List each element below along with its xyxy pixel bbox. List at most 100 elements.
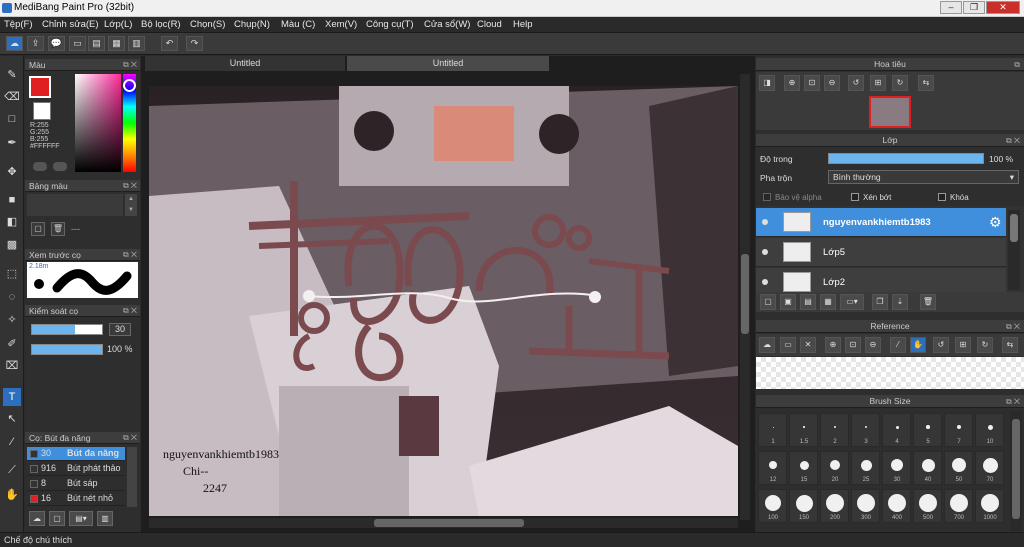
- panel-controls-icon[interactable]: ⧉ ✕: [123, 180, 137, 192]
- panel-controls-icon[interactable]: ⧉ ✕: [123, 432, 137, 444]
- color-mode-button[interactable]: [33, 162, 47, 171]
- brush-size-cell[interactable]: 200: [820, 489, 849, 523]
- eye-icon[interactable]: [762, 279, 768, 285]
- pen-tool-icon[interactable]: ✒: [3, 134, 21, 152]
- rotate-left-icon[interactable]: ↺: [848, 75, 864, 91]
- eyedropper-icon[interactable]: ⁄: [890, 337, 906, 353]
- maximize-button[interactable]: ❐: [963, 1, 985, 14]
- select-eraser-icon[interactable]: ⌧: [3, 357, 21, 375]
- saturation-picker[interactable]: [75, 74, 121, 172]
- blend-mode-select[interactable]: Bình thường ▾: [828, 170, 1019, 184]
- zoom-in-icon[interactable]: ⊕: [825, 337, 841, 353]
- brush-size-cell[interactable]: 20: [820, 451, 849, 485]
- color-swap-button[interactable]: [53, 162, 67, 171]
- panel-controls-icon[interactable]: ⧉ ✕: [123, 59, 137, 71]
- trash-icon[interactable]: 🗑: [51, 222, 65, 236]
- brush-size-cell[interactable]: 3: [851, 413, 880, 447]
- layer-row[interactable]: Lớp5: [756, 238, 1006, 267]
- divide-tool-icon[interactable]: ⟋: [3, 461, 21, 479]
- close-icon[interactable]: ✕: [800, 337, 816, 353]
- menu-edit[interactable]: Chỉnh sửa(E): [42, 19, 99, 30]
- zoom-out-icon[interactable]: ⊖: [865, 337, 881, 353]
- horizontal-scroll-thumb[interactable]: [374, 519, 524, 527]
- palette-area[interactable]: [27, 194, 123, 216]
- menu-capture[interactable]: Chụp(N): [234, 19, 270, 30]
- new-color-layer-icon[interactable]: ▣: [780, 294, 796, 310]
- close-button[interactable]: ✕: [986, 1, 1020, 14]
- brush-opacity-slider[interactable]: [31, 344, 103, 355]
- brush-item[interactable]: 30 Bút đa năng: [27, 447, 125, 461]
- gradient-tool-icon[interactable]: ▩: [3, 236, 21, 254]
- brush-size-cell[interactable]: 25: [851, 451, 880, 485]
- brush-size-cell[interactable]: 30: [882, 451, 911, 485]
- brush-size-cell[interactable]: 150: [789, 489, 818, 523]
- cloud-icon[interactable]: ☁: [759, 337, 775, 353]
- actual-size-icon[interactable]: ⊞: [870, 75, 886, 91]
- brush-tool-icon[interactable]: ✎: [3, 66, 21, 84]
- vertical-scrollbar[interactable]: [740, 74, 750, 520]
- clipping-checkbox[interactable]: [851, 193, 859, 201]
- merge-down-icon[interactable]: ⇣: [892, 294, 908, 310]
- new-brush-icon[interactable]: ▢: [49, 511, 65, 526]
- upload-icon[interactable]: ⇪: [27, 36, 44, 51]
- menu-cloud[interactable]: Cloud: [477, 19, 502, 30]
- grid-layout-icon[interactable]: ▦: [108, 36, 125, 51]
- folder-icon[interactable]: ▭▾: [840, 294, 864, 310]
- rotate-left-icon[interactable]: ↺: [933, 337, 949, 353]
- brush-size-slider[interactable]: [31, 324, 103, 335]
- brush-item[interactable]: 16 Bút nét nhỏ: [27, 492, 125, 506]
- fit-icon[interactable]: ⊡: [804, 75, 820, 91]
- undo-icon[interactable]: ↶: [161, 36, 178, 51]
- brush-size-cell[interactable]: 2: [820, 413, 849, 447]
- layer-opacity-slider[interactable]: [828, 153, 984, 164]
- brush-item[interactable]: 916 Bút phát thảo: [27, 462, 125, 476]
- mirror-icon[interactable]: ⇆: [1002, 337, 1018, 353]
- menu-layer[interactable]: Lớp(L): [104, 19, 132, 30]
- brush-size-cell[interactable]: 10: [975, 413, 1004, 447]
- operation-tool-icon[interactable]: ↖: [3, 410, 21, 428]
- select-pen-icon[interactable]: ✐: [3, 335, 21, 353]
- hue-handle[interactable]: [123, 79, 136, 92]
- brush-size-cell[interactable]: 1: [758, 413, 787, 447]
- panel-controls-icon[interactable]: ⧉: [1014, 58, 1020, 71]
- menu-help[interactable]: Help: [513, 19, 533, 30]
- brush-item[interactable]: 8 Bút sáp: [27, 477, 125, 491]
- lasso-tool-icon[interactable]: ◌: [3, 288, 21, 306]
- document-icon[interactable]: ▤: [88, 36, 105, 51]
- eye-icon[interactable]: [762, 249, 768, 255]
- brush-size-cell[interactable]: 4: [882, 413, 911, 447]
- menu-tools[interactable]: Công cụ(T): [366, 19, 414, 30]
- reference-canvas[interactable]: [756, 357, 1024, 389]
- comment-icon[interactable]: 💬: [48, 36, 65, 51]
- brush-size-cell[interactable]: 50: [944, 451, 973, 485]
- brush-menu-icon[interactable]: ▤▾: [69, 511, 93, 526]
- minimize-button[interactable]: –: [940, 1, 962, 14]
- new-layer-icon[interactable]: ▢: [760, 294, 776, 310]
- fill-rect-tool-icon[interactable]: ■: [3, 191, 21, 209]
- palette-scrollbar[interactable]: ▲ ▼: [125, 194, 137, 216]
- rotate-right-icon[interactable]: ↻: [892, 75, 908, 91]
- tab-document-1[interactable]: Untitled: [145, 56, 345, 71]
- layer-row[interactable]: nguyenvankhiemtb1983 ⚙: [756, 208, 1006, 237]
- panel-controls-icon[interactable]: ⧉ ✕: [123, 249, 137, 261]
- eyedropper-tool-icon[interactable]: ⁄: [3, 433, 21, 451]
- mirror-icon[interactable]: ⇆: [918, 75, 934, 91]
- tab-document-2[interactable]: Untitled: [347, 56, 549, 71]
- text-edit-icon[interactable]: ▭: [69, 36, 86, 51]
- vertical-scroll-thumb[interactable]: [741, 254, 749, 334]
- new-palette-icon[interactable]: ▢: [31, 222, 45, 236]
- fit-icon[interactable]: ⊡: [845, 337, 861, 353]
- panel-controls-icon[interactable]: ⧉ ✕: [1006, 395, 1020, 408]
- gear-icon[interactable]: ⚙: [989, 214, 1002, 231]
- redo-icon[interactable]: ↷: [186, 36, 203, 51]
- panel-controls-icon[interactable]: ⧉ ✕: [1006, 320, 1020, 333]
- actual-size-icon[interactable]: ⊞: [955, 337, 971, 353]
- text-tool-icon[interactable]: T: [3, 388, 21, 406]
- brush-size-cell[interactable]: 40: [913, 451, 942, 485]
- open-folder-icon[interactable]: ▭: [780, 337, 796, 353]
- select-rect-icon[interactable]: ⬚: [3, 265, 21, 283]
- new-8bit-layer-icon[interactable]: ▦: [820, 294, 836, 310]
- brush-size-scrollbar[interactable]: [1010, 411, 1022, 531]
- cloud-brush-icon[interactable]: ☁: [29, 511, 45, 526]
- trash-icon[interactable]: 🗑: [920, 294, 936, 310]
